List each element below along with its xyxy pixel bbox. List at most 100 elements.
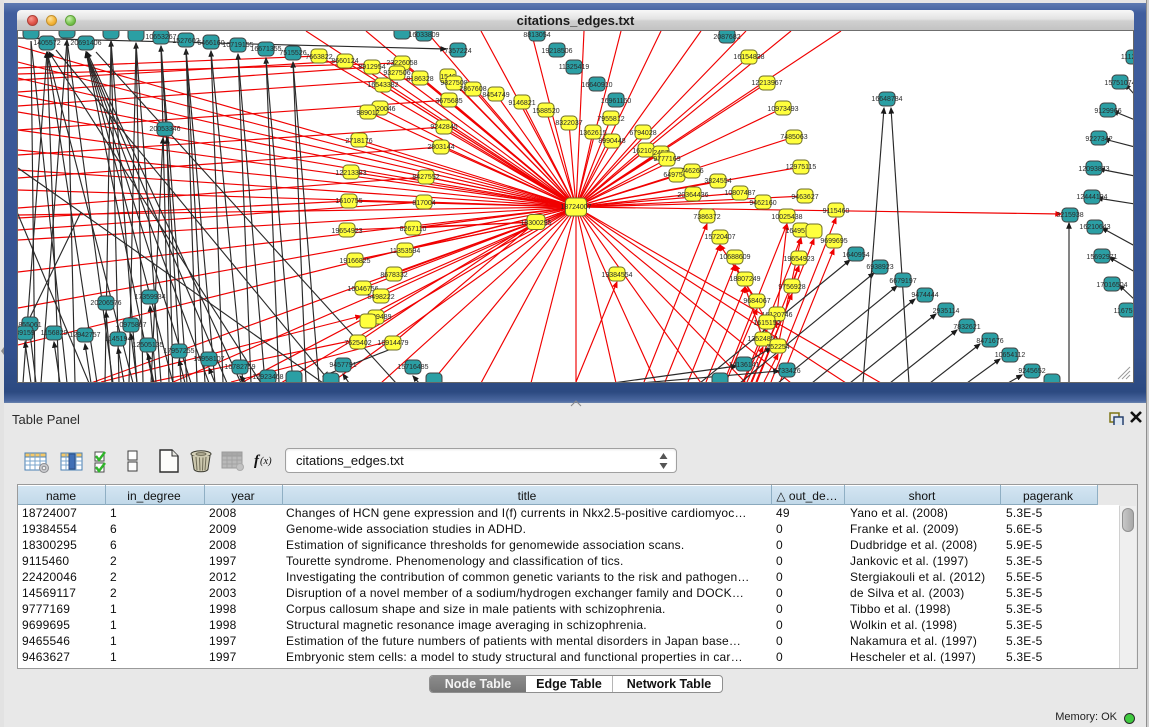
svg-text:1362615: 1362615 bbox=[579, 130, 606, 137]
svg-text:9699695: 9699695 bbox=[820, 238, 847, 245]
svg-text:9463627: 9463627 bbox=[791, 194, 818, 201]
svg-text:9115460: 9115460 bbox=[823, 208, 850, 215]
svg-text:7625402: 7625402 bbox=[344, 340, 371, 347]
svg-text:989012: 989012 bbox=[356, 110, 379, 117]
svg-text:2803144: 2803144 bbox=[427, 144, 454, 151]
svg-text:19654923: 19654923 bbox=[783, 256, 814, 263]
svg-text:1610755: 1610755 bbox=[335, 198, 362, 205]
svg-text:817004: 817004 bbox=[412, 200, 435, 207]
svg-text:1640954: 1640954 bbox=[842, 252, 869, 259]
svg-text:1405572: 1405572 bbox=[33, 40, 60, 47]
svg-text:8813054: 8813054 bbox=[523, 32, 550, 39]
svg-text:20691406: 20691406 bbox=[70, 40, 101, 47]
svg-text:1112526: 1112526 bbox=[1121, 54, 1134, 61]
svg-text:6938923: 6938923 bbox=[866, 264, 893, 271]
svg-text:2087682: 2087682 bbox=[713, 34, 740, 41]
svg-text:39159: 39159 bbox=[18, 330, 35, 337]
svg-text:9457791: 9457791 bbox=[329, 362, 356, 369]
svg-text:1733426: 1733426 bbox=[773, 368, 800, 375]
svg-text:7357224: 7357224 bbox=[444, 48, 471, 55]
svg-text:10654112: 10654112 bbox=[995, 352, 1026, 359]
svg-text:16543382: 16543382 bbox=[367, 82, 398, 89]
svg-text:18300295: 18300295 bbox=[520, 220, 551, 227]
svg-text:11353594: 11353594 bbox=[390, 248, 421, 255]
svg-text:8322037: 8322037 bbox=[555, 120, 582, 127]
svg-text:(x): (x) bbox=[260, 456, 272, 467]
svg-text:16154838: 16154838 bbox=[733, 54, 764, 61]
svg-text:19166825: 19166825 bbox=[339, 258, 370, 265]
svg-text:10973493: 10973493 bbox=[767, 106, 798, 113]
svg-text:19654923: 19654923 bbox=[331, 228, 362, 235]
svg-text:18724007: 18724007 bbox=[560, 204, 591, 211]
svg-text:8678332: 8678332 bbox=[380, 272, 407, 279]
svg-text:16961160: 16961160 bbox=[601, 98, 632, 105]
svg-text:8454749: 8454749 bbox=[482, 92, 509, 99]
svg-text:1145194: 1145194 bbox=[105, 336, 132, 343]
svg-text:9474444: 9474444 bbox=[911, 292, 938, 299]
svg-text:7832621: 7832621 bbox=[953, 324, 980, 331]
svg-text:19218506: 19218506 bbox=[541, 48, 572, 55]
svg-text:16640910: 16640910 bbox=[581, 82, 612, 89]
svg-text:17359934: 17359934 bbox=[134, 294, 165, 301]
svg-text:7663822: 7663822 bbox=[305, 54, 332, 61]
svg-text:6466160: 6466160 bbox=[197, 40, 224, 47]
svg-text:17016504: 17016504 bbox=[1096, 282, 1127, 289]
svg-text:16648784: 16648784 bbox=[871, 96, 902, 103]
svg-text:8186328: 8186328 bbox=[406, 76, 433, 83]
svg-text:7386372: 7386372 bbox=[693, 214, 720, 221]
svg-text:8990448: 8990448 bbox=[598, 138, 625, 145]
svg-text:9227342: 9227342 bbox=[1085, 136, 1112, 143]
svg-text:9129966: 9129966 bbox=[1094, 108, 1121, 115]
svg-text:16671355: 16671355 bbox=[250, 46, 281, 53]
svg-text:10958107: 10958107 bbox=[193, 356, 224, 363]
svg-text:1167534: 1167534 bbox=[1114, 308, 1134, 315]
svg-text:9245652: 9245652 bbox=[1018, 368, 1045, 375]
svg-text:15751074: 15751074 bbox=[1104, 80, 1134, 87]
svg-text:1156829: 1156829 bbox=[41, 330, 68, 337]
svg-text:12213383: 12213383 bbox=[335, 170, 366, 177]
svg-text:15692971: 15692971 bbox=[1086, 254, 1117, 261]
svg-text:20364436: 20364436 bbox=[677, 192, 708, 199]
svg-text:15716485: 15716485 bbox=[397, 364, 428, 371]
svg-text:7485063: 7485063 bbox=[780, 134, 807, 141]
svg-text:12213967: 12213967 bbox=[751, 80, 782, 87]
svg-text:3675685: 3675685 bbox=[435, 98, 462, 105]
svg-text:16914479: 16914479 bbox=[377, 340, 408, 347]
svg-text:20053346: 20053346 bbox=[149, 126, 180, 133]
svg-text:17957255: 17957255 bbox=[163, 348, 194, 355]
svg-text:2718176: 2718176 bbox=[345, 138, 372, 145]
svg-text:1588520: 1588520 bbox=[532, 108, 559, 115]
svg-text:2935114: 2935114 bbox=[933, 308, 960, 315]
svg-text:8912954: 8912954 bbox=[358, 64, 385, 71]
svg-text:7955812: 7955812 bbox=[597, 116, 624, 123]
svg-text:10025438: 10025438 bbox=[771, 214, 802, 221]
svg-text:10719155: 10719155 bbox=[222, 42, 253, 49]
svg-text:6679197: 6679197 bbox=[889, 278, 916, 285]
svg-text:16210643: 16210643 bbox=[1079, 224, 1110, 231]
svg-text:10688609: 10688609 bbox=[719, 254, 750, 261]
svg-text:8267110: 8267110 bbox=[400, 226, 427, 233]
svg-text:14136141: 14136141 bbox=[728, 362, 759, 369]
svg-text:3824554: 3824554 bbox=[704, 178, 731, 185]
svg-text:1615152: 1615152 bbox=[753, 320, 780, 327]
svg-text:5498222: 5498222 bbox=[367, 294, 394, 301]
svg-text:19384554: 19384554 bbox=[601, 272, 632, 279]
svg-text:16782759: 16782759 bbox=[224, 364, 255, 371]
svg-text:6794028: 6794028 bbox=[629, 130, 656, 137]
svg-text:10975867: 10975867 bbox=[115, 322, 146, 329]
svg-text:11325419: 11325419 bbox=[559, 64, 590, 71]
svg-text:9756928: 9756928 bbox=[778, 284, 805, 291]
svg-text:16033809: 16033809 bbox=[408, 32, 439, 39]
svg-text:12942757: 12942757 bbox=[69, 332, 100, 339]
svg-text:9242845: 9242845 bbox=[430, 124, 457, 131]
svg-text:10807487: 10807487 bbox=[724, 190, 755, 197]
svg-text:12923468: 12923468 bbox=[252, 374, 283, 381]
svg-text:9146821: 9146821 bbox=[508, 100, 535, 107]
svg-text:8427552: 8427552 bbox=[412, 174, 439, 181]
svg-text:20206576: 20206576 bbox=[90, 300, 121, 307]
svg-text:8471676: 8471676 bbox=[976, 338, 1003, 345]
svg-text:9684067: 9684067 bbox=[743, 298, 770, 305]
svg-text:9462160: 9462160 bbox=[749, 200, 776, 207]
svg-text:3215938: 3215938 bbox=[1056, 212, 1083, 219]
svg-text:9777169: 9777169 bbox=[653, 156, 680, 163]
